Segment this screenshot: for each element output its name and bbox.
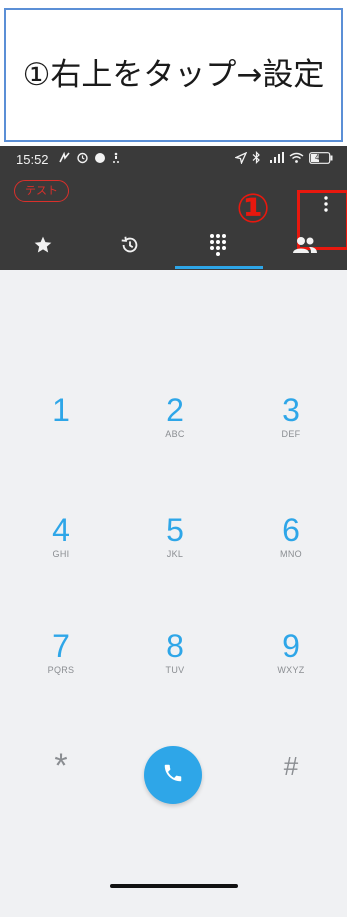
key-digit: 8 bbox=[166, 628, 184, 664]
key-digit: 5 bbox=[166, 512, 184, 548]
more-options-button[interactable] bbox=[316, 194, 336, 218]
bluetooth-icon bbox=[252, 151, 261, 168]
contacts-icon bbox=[292, 235, 318, 259]
dial-key-3[interactable]: 3 DEF bbox=[241, 392, 341, 472]
status-time: 15:52 bbox=[16, 152, 49, 167]
star-icon bbox=[33, 235, 53, 259]
dial-key-hash[interactable]: # bbox=[241, 746, 341, 826]
key-letters: TUV bbox=[165, 665, 185, 675]
dial-key-2[interactable]: 2 ABC bbox=[125, 392, 225, 472]
status-right-icons: 40 bbox=[233, 151, 333, 168]
key-letters: PQRS bbox=[47, 665, 75, 675]
toolbar: テスト ① bbox=[0, 174, 347, 250]
battery-icon: 40 bbox=[309, 151, 333, 168]
instruction-text: ①右上をタップ→設定 bbox=[22, 57, 325, 93]
more-vert-icon bbox=[324, 196, 328, 216]
dialpad: 1 2 ABC 3 DEF 4 GHI 5 JKL 6 MNO 7 PQRS 8… bbox=[0, 270, 347, 917]
key-digit: 9 bbox=[282, 628, 300, 664]
key-digit: 1 bbox=[52, 392, 70, 428]
key-digit: # bbox=[283, 751, 299, 781]
tab-favorites[interactable] bbox=[0, 224, 86, 270]
dialpad-icon bbox=[208, 233, 228, 261]
dial-key-star[interactable]: * bbox=[11, 746, 111, 826]
location-icon bbox=[233, 151, 248, 168]
dial-key-7[interactable]: 7 PQRS bbox=[11, 628, 111, 708]
active-tab-indicator bbox=[175, 266, 263, 269]
key-digit: 4 bbox=[52, 512, 70, 548]
tab-recents[interactable] bbox=[87, 224, 173, 270]
key-digit: 7 bbox=[52, 628, 70, 664]
accessibility-icon bbox=[111, 152, 121, 168]
key-letters: GHI bbox=[52, 549, 70, 559]
history-icon bbox=[119, 234, 141, 260]
status-bar: 15:52 40 bbox=[0, 146, 347, 174]
dial-key-1[interactable]: 1 bbox=[11, 392, 111, 472]
key-letters: ABC bbox=[165, 429, 185, 439]
status-left-icons bbox=[58, 151, 121, 168]
data-saver-icon bbox=[58, 151, 71, 168]
phone-icon bbox=[162, 762, 184, 788]
key-digit: 6 bbox=[282, 512, 300, 548]
label-chip[interactable]: テスト bbox=[14, 180, 69, 202]
dial-key-4[interactable]: 4 GHI bbox=[11, 512, 111, 592]
tab-bar bbox=[0, 224, 347, 270]
dot-icon bbox=[94, 152, 106, 168]
battery-level: 40 bbox=[315, 152, 324, 162]
dial-key-6[interactable]: 6 MNO bbox=[241, 512, 341, 592]
wifi-icon bbox=[289, 152, 304, 168]
tab-contacts[interactable] bbox=[262, 224, 347, 270]
key-letters: WXYZ bbox=[277, 665, 305, 675]
instruction-box: ①右上をタップ→設定 bbox=[4, 8, 343, 142]
key-letters: JKL bbox=[166, 549, 184, 559]
dial-key-5[interactable]: 5 JKL bbox=[125, 512, 225, 592]
tab-dialpad[interactable] bbox=[175, 224, 261, 270]
dial-key-8[interactable]: 8 TUV bbox=[125, 628, 225, 708]
key-letters: MNO bbox=[280, 549, 302, 559]
call-button[interactable] bbox=[144, 746, 202, 804]
app-top-bar: 15:52 40 テスト ① bbox=[0, 146, 347, 270]
alarm-icon bbox=[76, 151, 89, 168]
key-digit: 3 bbox=[282, 392, 300, 428]
home-indicator[interactable] bbox=[110, 884, 238, 888]
key-letters: DEF bbox=[281, 429, 301, 439]
instruction-banner: ①右上をタップ→設定 bbox=[0, 0, 347, 146]
dial-key-9[interactable]: 9 WXYZ bbox=[241, 628, 341, 708]
key-digit: * bbox=[54, 747, 68, 785]
signal-icon bbox=[266, 151, 284, 168]
key-digit: 2 bbox=[166, 392, 184, 428]
